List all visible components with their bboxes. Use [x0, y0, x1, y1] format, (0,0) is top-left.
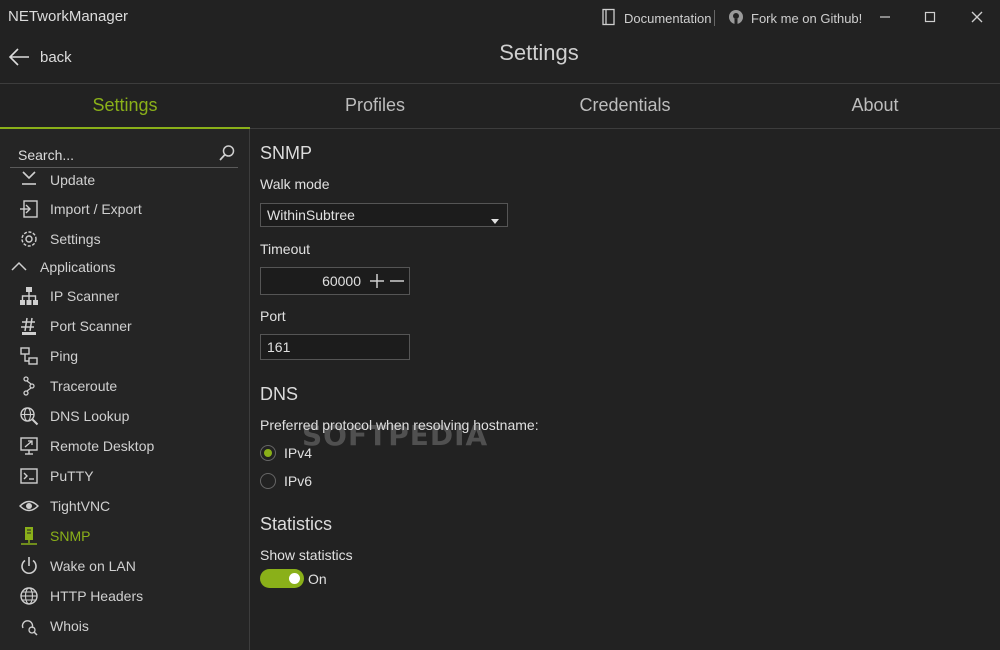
sidebar-item-snmp[interactable]: SNMP: [18, 523, 90, 549]
sidebar-item-port-scanner[interactable]: Port Scanner: [18, 313, 132, 339]
remote-desktop-icon: [18, 435, 40, 457]
sidebar-group-applications[interactable]: Applications: [10, 255, 116, 279]
globe-icon: [18, 585, 40, 607]
documentation-label: Documentation: [624, 11, 712, 26]
close-icon: [971, 11, 983, 23]
tab-about[interactable]: About: [750, 95, 1000, 116]
sidebar-divider: [249, 129, 250, 650]
sidebar-item-ip-scanner[interactable]: IP Scanner: [18, 283, 119, 309]
header-separator: [714, 10, 715, 26]
route-icon: [18, 375, 40, 397]
timeout-label: Timeout: [260, 241, 311, 257]
maximize-icon: [924, 11, 936, 23]
sidebar-item-label: Remote Desktop: [50, 438, 155, 454]
app-title: NETworkManager: [8, 8, 129, 25]
sidebar-list[interactable]: Update Import / Export Settings Applicat…: [0, 168, 249, 650]
radio-label: IPv6: [284, 473, 313, 489]
timeout-stepper[interactable]: 60000: [260, 267, 410, 295]
search-icon[interactable]: [218, 144, 236, 167]
minus-icon[interactable]: [389, 273, 405, 294]
sidebar-item-label: Settings: [50, 231, 101, 247]
sidebar-item-label: Ping: [50, 348, 79, 364]
github-label: Fork me on Github!: [751, 11, 863, 26]
radio-unselected-icon: [260, 473, 276, 489]
toggle-knob: [289, 573, 300, 584]
sidebar-group-label: Applications: [40, 259, 116, 275]
sidebar-item-whois[interactable]: Whois: [18, 613, 89, 639]
sidebar-item-label: DNS Lookup: [50, 408, 130, 424]
sidebar-item-label: Whois: [50, 618, 89, 634]
sidebar-item-label: IP Scanner: [50, 288, 120, 304]
timeout-value[interactable]: 60000: [322, 273, 361, 289]
globe-search-icon: [18, 405, 40, 427]
walk-mode-label: Walk mode: [260, 176, 330, 192]
sidebar-item-label: SNMP: [50, 528, 91, 544]
sidebar-item-import-export[interactable]: Import / Export: [18, 196, 142, 222]
toggle-state-label: On: [308, 571, 327, 587]
radio-ipv6[interactable]: IPv6: [260, 473, 312, 489]
statistics-section-title: Statistics: [260, 514, 333, 534]
tab-profiles[interactable]: Profiles: [250, 95, 500, 116]
sidebar-item-ping[interactable]: Ping: [18, 343, 78, 369]
update-icon: [18, 169, 40, 191]
sidebar-item-label: HTTP Headers: [50, 588, 144, 604]
port-input[interactable]: 161: [260, 334, 410, 360]
chevron-up-icon: [10, 259, 28, 275]
hash-icon: [18, 315, 40, 337]
github-icon: [727, 8, 745, 29]
github-link[interactable]: Fork me on Github!: [727, 8, 862, 29]
sidebar-item-label: Wake on LAN: [50, 558, 136, 574]
sidebar-item-label: PuTTY: [50, 468, 94, 484]
tabs-divider: [250, 128, 1000, 129]
caret-down-icon: [491, 212, 499, 228]
ping-icon: [18, 345, 40, 367]
port-label: Port: [260, 308, 286, 324]
power-icon: [18, 555, 40, 577]
sidebar-item-label: Traceroute: [50, 378, 118, 394]
documentation-link[interactable]: Documentation: [600, 8, 711, 29]
sidebar-item-settings[interactable]: Settings: [18, 226, 101, 252]
sidebar-item-traceroute[interactable]: Traceroute: [18, 373, 117, 399]
radio-selected-icon: [260, 445, 276, 461]
sidebar-item-label: Import / Export: [50, 201, 142, 217]
network-tree-icon: [18, 285, 40, 307]
sidebar-item-update[interactable]: Update: [18, 168, 95, 193]
walk-mode-select[interactable]: WithinSubtree: [260, 203, 508, 227]
sidebar-item-dns-lookup[interactable]: DNS Lookup: [18, 403, 129, 429]
eye-icon: [18, 495, 40, 517]
dns-section-title: DNS: [260, 384, 299, 404]
tab-credentials[interactable]: Credentials: [500, 95, 750, 116]
show-statistics-label: Show statistics: [260, 547, 353, 563]
walk-mode-value: WithinSubtree: [267, 207, 355, 223]
search-input[interactable]: [16, 144, 210, 166]
snmp-icon: [18, 525, 40, 547]
snmp-section-title: SNMP: [260, 143, 313, 163]
sidebar-item-remote-desktop[interactable]: Remote Desktop: [18, 433, 154, 459]
sidebar-item-tightvnc[interactable]: TightVNC: [18, 493, 110, 519]
close-button[interactable]: [962, 6, 992, 28]
gear-icon: [18, 228, 40, 250]
maximize-button[interactable]: [915, 6, 945, 28]
show-statistics-toggle[interactable]: [260, 569, 304, 588]
tab-settings[interactable]: Settings: [0, 95, 250, 116]
book-icon: [600, 8, 618, 29]
plus-icon[interactable]: [369, 273, 385, 294]
sidebar-item-label: TightVNC: [50, 498, 111, 514]
sidebar-item-http-headers[interactable]: HTTP Headers: [18, 583, 143, 609]
header-divider: [0, 83, 1000, 84]
page-title: Settings: [499, 40, 579, 65]
sidebar-item-label: Update: [50, 172, 96, 188]
sidebar-item-label: Port Scanner: [50, 318, 132, 334]
sidebar-item-wake-on-lan[interactable]: Wake on LAN: [18, 553, 136, 579]
watermark: SOFTPEDIA: [302, 419, 489, 452]
minimize-button[interactable]: [870, 6, 900, 28]
whois-icon: [18, 615, 40, 637]
port-value: 161: [267, 339, 291, 355]
sidebar-item-putty[interactable]: PuTTY: [18, 463, 94, 489]
minimize-icon: [880, 16, 890, 18]
terminal-icon: [18, 465, 40, 487]
search-box[interactable]: [10, 141, 238, 168]
import-icon: [18, 198, 40, 220]
